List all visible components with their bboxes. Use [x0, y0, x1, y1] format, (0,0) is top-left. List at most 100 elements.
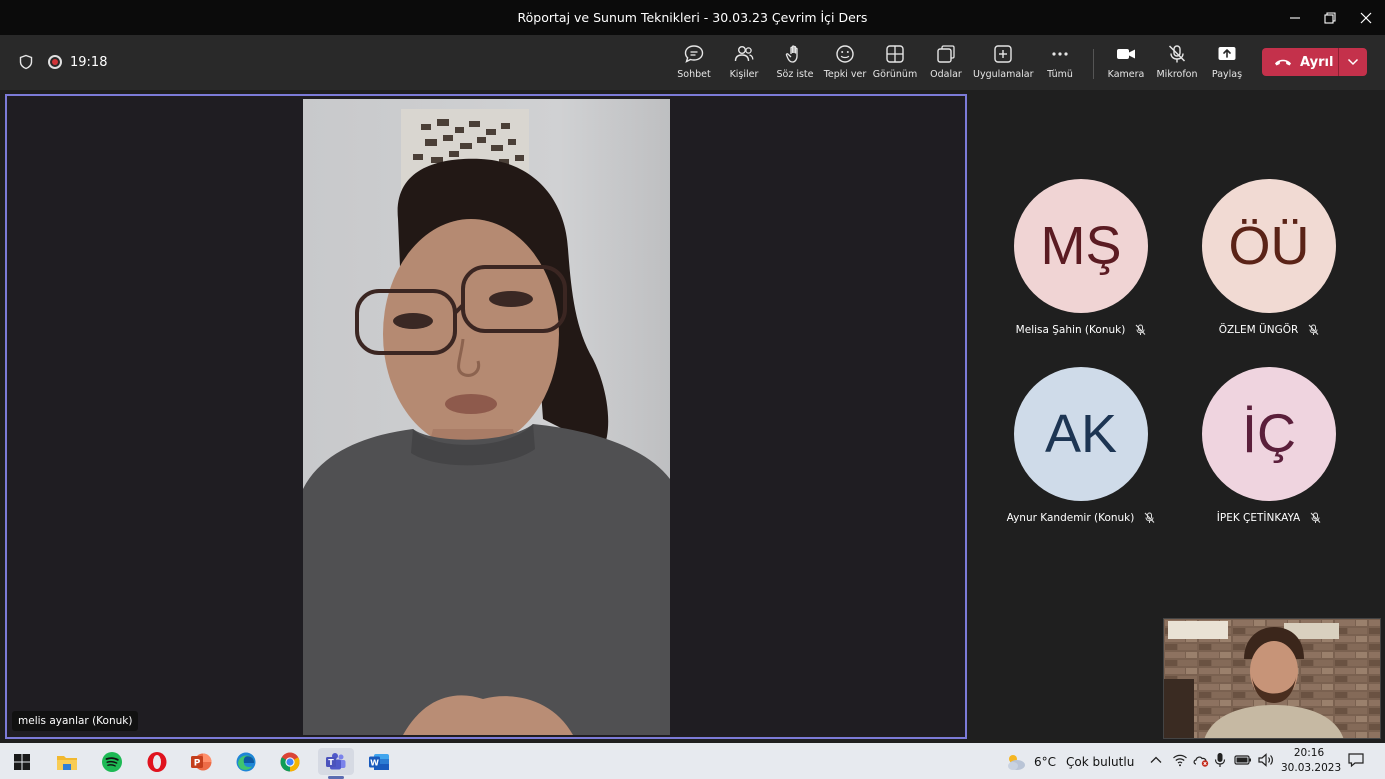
taskbar-edge[interactable] — [228, 748, 264, 775]
apps-button[interactable]: Uygulamalar — [973, 44, 1034, 80]
onedrive-status[interactable] — [1192, 752, 1210, 772]
rooms-label: Odalar — [930, 69, 962, 80]
chat-label: Sohbet — [677, 69, 711, 80]
participant-tile[interactable]: ÖÜ ÖZLEM ÜNGÖR — [1169, 179, 1369, 336]
share-screen-icon — [1218, 47, 1236, 60]
react-label: Tepki ver — [823, 69, 867, 80]
notifications-button[interactable] — [1347, 752, 1365, 772]
avatar-initials: ÖÜ — [1228, 216, 1310, 276]
chrome-icon — [280, 752, 300, 771]
avatar: AK — [1014, 367, 1148, 501]
self-view-feed — [1164, 619, 1380, 738]
leave-options-button[interactable] — [1338, 48, 1367, 76]
opera-icon — [147, 751, 167, 772]
temperature: 6°C — [1034, 755, 1057, 769]
avatar-initials: MŞ — [1040, 216, 1122, 276]
taskbar-clock[interactable]: 20:16 30.03.2023 — [1281, 746, 1341, 776]
avatar-initials: AK — [1044, 404, 1118, 464]
apps-label: Uygulamalar — [973, 69, 1034, 80]
mic-label: Mikrofon — [1156, 69, 1198, 80]
folder-icon — [57, 755, 77, 770]
avatar-initials: İÇ — [1242, 404, 1296, 464]
participant-tile[interactable]: AK Aynur Kandemir (Konuk) — [981, 367, 1181, 524]
recording-icon — [48, 55, 62, 69]
participant-name: ÖZLEM ÜNGÖR — [1218, 324, 1299, 336]
participant-name: Aynur Kandemir (Konuk) — [1006, 512, 1135, 524]
taskbar-file-explorer[interactable] — [49, 748, 85, 775]
main-stage[interactable]: melis ayanlar (Konuk) — [5, 94, 967, 739]
hand-icon — [785, 45, 798, 63]
meeting-status: 19:18 — [18, 54, 107, 70]
clock-time: 20:16 — [1293, 747, 1325, 759]
cloud-error-icon — [1193, 756, 1209, 767]
self-view-video[interactable] — [1163, 618, 1381, 739]
volume-control[interactable] — [1257, 752, 1275, 772]
weather-widget[interactable]: 6°C Çok bulutlu — [1004, 752, 1134, 772]
more-icon — [1052, 52, 1068, 56]
wifi-icon — [1173, 754, 1187, 767]
speaker-name-tag: melis ayanlar (Konuk) — [12, 711, 139, 731]
share-label: Paylaş — [1211, 69, 1243, 80]
speaker-video — [303, 99, 670, 735]
svg-text:W: W — [370, 758, 379, 767]
word-icon: W — [369, 753, 389, 770]
participant-name-row: İPEK ÇETİNKAYA — [1169, 512, 1369, 524]
taskbar-word[interactable]: W — [361, 748, 397, 775]
powerpoint-icon: P — [191, 753, 212, 770]
share-button[interactable]: Paylaş — [1197, 44, 1257, 80]
chevron-up-icon — [1150, 756, 1162, 763]
speaker-video-feed — [303, 99, 670, 735]
more-button[interactable]: Tümü — [1030, 44, 1090, 80]
edge-icon — [236, 752, 256, 771]
chevron-down-icon — [1347, 58, 1359, 66]
svg-text:P: P — [194, 758, 201, 768]
wifi-status[interactable] — [1172, 752, 1188, 772]
taskbar-powerpoint[interactable]: P — [183, 748, 219, 775]
mic-muted-icon — [1144, 512, 1155, 523]
close-icon — [1360, 12, 1372, 23]
camera-label: Kamera — [1107, 69, 1145, 80]
restore-button[interactable] — [1310, 0, 1350, 35]
view-label: Görünüm — [872, 69, 918, 80]
breakout-rooms-icon — [937, 45, 955, 63]
title-bar: Röportaj ve Sunum Teknikleri - 30.03.23 … — [0, 0, 1385, 35]
tray-overflow-button[interactable] — [1149, 752, 1163, 771]
restore-icon — [1324, 11, 1336, 24]
windows-logo-icon — [14, 753, 30, 770]
avatar: MŞ — [1014, 179, 1148, 313]
taskbar-teams[interactable]: T — [318, 748, 354, 779]
taskbar-opera[interactable] — [139, 748, 175, 775]
mic-muted-icon — [1168, 45, 1186, 63]
meeting-timer: 19:18 — [70, 54, 108, 70]
participant-name-row: Aynur Kandemir (Konuk) — [981, 512, 1181, 524]
battery-icon — [1234, 755, 1251, 765]
weather-condition: Çok bulutlu — [1066, 755, 1135, 769]
meeting-toolbar: 19:18 Sohbet Kişiler Söz iste Tepki ver … — [0, 35, 1385, 90]
taskbar-spotify[interactable] — [94, 748, 130, 775]
add-app-icon — [994, 45, 1012, 63]
people-label: Kişiler — [729, 69, 759, 80]
participant-tile[interactable]: İÇ İPEK ÇETİNKAYA — [1169, 367, 1369, 524]
teams-icon: T — [326, 752, 346, 769]
notification-icon — [1348, 753, 1364, 768]
minimize-button[interactable] — [1275, 0, 1315, 35]
speaker-icon — [1258, 753, 1273, 767]
hang-up-icon — [1275, 59, 1291, 66]
close-button[interactable] — [1346, 0, 1385, 35]
chat-icon — [684, 45, 704, 63]
shield-icon — [19, 54, 33, 70]
participant-name: İPEK ÇETİNKAYA — [1216, 512, 1301, 524]
taskbar-chrome[interactable] — [272, 748, 308, 775]
microphone-icon — [1214, 753, 1226, 767]
window-title: Röportaj ve Sunum Teknikleri - 30.03.23 … — [517, 10, 868, 25]
participant-name: Melisa Şahin (Konuk) — [1015, 324, 1126, 336]
battery-status[interactable] — [1234, 752, 1252, 772]
leave-button[interactable]: Ayrıl — [1262, 48, 1338, 76]
windows-taskbar: P T W 6°C Çok bulutlu 20:16 30.03.2023 — [0, 743, 1385, 779]
cloudy-weather-icon — [1008, 755, 1025, 770]
participant-tile[interactable]: MŞ Melisa Şahin (Konuk) — [981, 179, 1181, 336]
microphone-in-use[interactable] — [1214, 752, 1226, 772]
grid-view-icon — [886, 45, 904, 63]
rooms-button[interactable]: Odalar — [916, 44, 976, 80]
start-button[interactable] — [4, 748, 40, 775]
